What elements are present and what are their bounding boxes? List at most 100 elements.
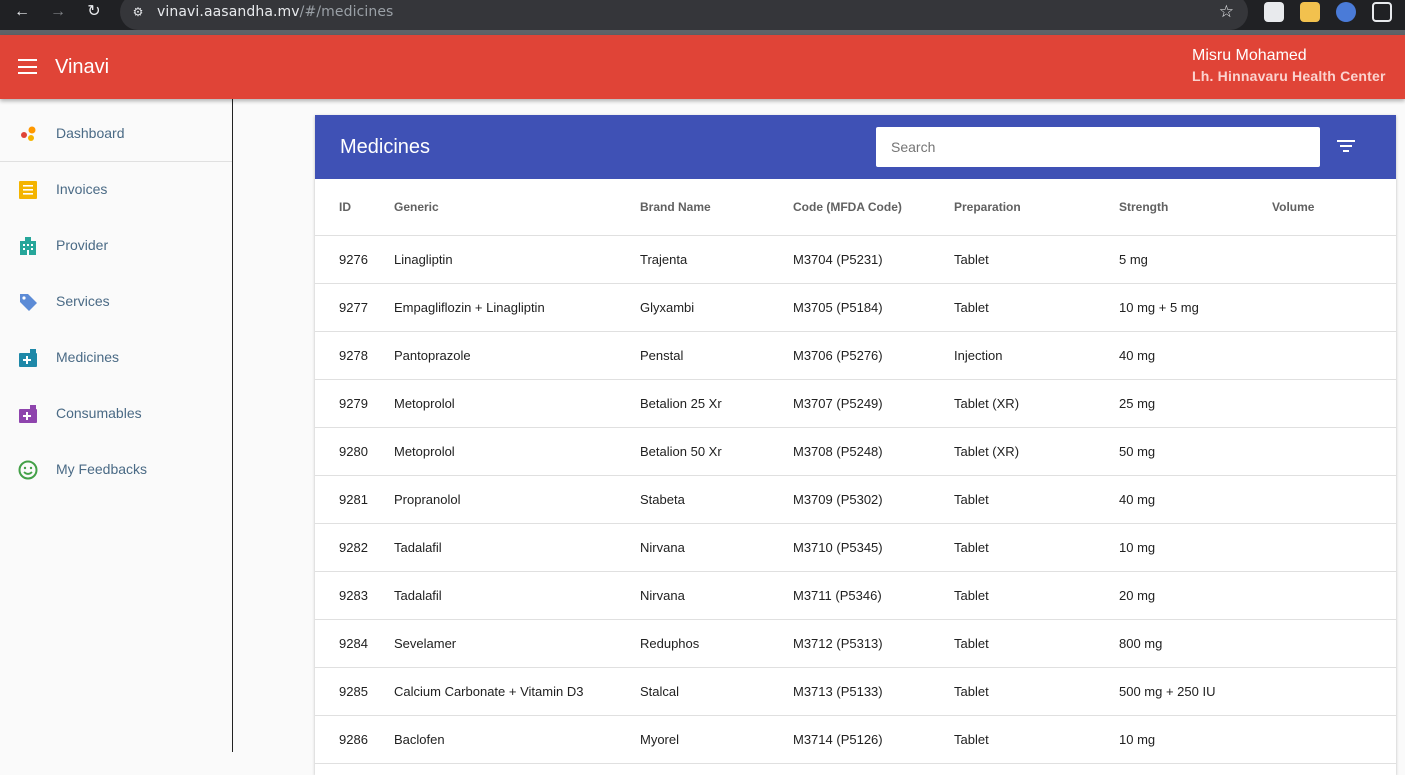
puzzle-extensions-icon[interactable] — [1372, 2, 1392, 22]
sidebar-item-invoices[interactable]: Invoices — [0, 162, 232, 218]
cell-generic: Calcium Carbonate + Vitamin D3 — [394, 667, 640, 716]
reload-icon[interactable]: ↻ — [82, 0, 106, 24]
cell-volume — [1272, 283, 1396, 332]
cell-strength: 10 mg + 5 mg — [1119, 283, 1272, 332]
column-header-generic[interactable]: Generic — [394, 179, 640, 236]
extension-icon[interactable] — [1336, 2, 1356, 22]
browser-toolbar: ← → ↻ ⚙ vinavi.aasandha.mv/#/medicines ☆ — [0, 0, 1405, 35]
cell-brand-name: Betalion 50 Xr — [640, 427, 793, 476]
cell-generic: Baclofen — [394, 715, 640, 764]
cell-volume — [1272, 379, 1396, 428]
table-row[interactable]: 9276 Linagliptin Trajenta M3704 (P5231) Tabl… — [315, 235, 1396, 284]
table-row[interactable]: 9284 Sevelamer Reduphos M3712 (P5313) Tablet… — [315, 619, 1396, 668]
hamburger-menu-icon[interactable] — [18, 59, 37, 74]
sidebar-item-my-feedbacks[interactable]: My Feedbacks — [0, 442, 232, 498]
cell-id: 9278 — [315, 331, 394, 380]
cell-id: 9279 — [315, 379, 394, 428]
medicines-card-header: Medicines — [315, 115, 1396, 179]
sidebar-item-medicines[interactable]: Medicines — [0, 330, 232, 386]
cell-id: 9276 — [315, 235, 394, 284]
sidebar-item-label: Invoices — [56, 181, 108, 197]
cell-generic: Metoprolol — [394, 427, 640, 476]
cell-code: M3712 (P5313) — [793, 619, 954, 668]
column-header-preparation[interactable]: Preparation — [954, 179, 1119, 236]
filter-icon[interactable] — [1337, 140, 1355, 154]
sidebar-item-label: Medicines — [56, 349, 120, 365]
table-row[interactable]: 9285 Calcium Carbonate + Vitamin D3 Stalca… — [315, 667, 1396, 716]
table-row[interactable]: 9278 Pantoprazole Penstal M3706 (P5276) Inje… — [315, 331, 1396, 380]
cell-id: 9277 — [315, 283, 394, 332]
table-row[interactable]: 9277 Empagliflozin + Linagliptin Glyxambi M… — [315, 283, 1396, 332]
page-title: Medicines — [340, 136, 431, 158]
column-header-brand-name[interactable]: Brand Name — [640, 179, 793, 236]
sidebar-item-services[interactable]: Services — [0, 274, 232, 330]
cell-volume — [1272, 427, 1396, 476]
forward-arrow-icon[interactable]: → — [46, 0, 70, 24]
cell-preparation: Tablet — [954, 523, 1119, 572]
cell-volume — [1272, 571, 1396, 620]
app-title: Vinavi — [55, 56, 110, 78]
cell-id: 9284 — [315, 619, 394, 668]
sidebar-item-label: Dashboard — [56, 125, 125, 141]
table-row[interactable]: 9283 Tadalafil Nirvana M3711 (P5346) Tablet 2… — [315, 571, 1396, 620]
sidebar-item-provider[interactable]: Provider — [0, 218, 232, 274]
cell-code: M3714 (P5126) — [793, 715, 954, 764]
column-header-id[interactable]: ID — [315, 179, 394, 236]
cell-brand-name: Nirvana — [640, 523, 793, 572]
search-input[interactable] — [876, 127, 1320, 167]
cell-preparation: Injection — [954, 331, 1119, 380]
cell-id: 9282 — [315, 523, 394, 572]
back-arrow-icon[interactable]: ← — [10, 0, 34, 24]
table-row[interactable]: 9286 Baclofen Myorel M3714 (P5126) Tablet 10 … — [315, 715, 1396, 764]
cell-volume — [1272, 715, 1396, 764]
table-header-row: ID Generic Brand Name Code (MFDA Code) P… — [315, 179, 1396, 236]
column-header-code[interactable]: Code (MFDA Code) — [793, 179, 954, 236]
sidebar-item-consumables[interactable]: Consumables — [0, 386, 232, 442]
cell-generic: Sevelamer — [394, 619, 640, 668]
sidebar-item-label: Services — [56, 293, 110, 309]
extension-icon[interactable] — [1300, 2, 1320, 22]
medical-bag-icon — [19, 349, 37, 367]
medicines-table: ID Generic Brand Name Code (MFDA Code) P… — [315, 179, 1396, 764]
cell-strength: 800 mg — [1119, 619, 1272, 668]
building-icon — [20, 237, 36, 255]
cell-volume — [1272, 523, 1396, 572]
cell-preparation: Tablet — [954, 235, 1119, 284]
column-header-strength[interactable]: Strength — [1119, 179, 1272, 236]
cell-volume — [1272, 619, 1396, 668]
cell-code: M3708 (P5248) — [793, 427, 954, 476]
table-row[interactable]: 9279 Metoprolol Betalion 25 Xr M3707 (P5249… — [315, 379, 1396, 428]
cell-generic: Linagliptin — [394, 235, 640, 284]
cell-generic: Empagliflozin + Linagliptin — [394, 283, 640, 332]
table-row[interactable]: 9281 Propranolol Stabeta M3709 (P5302) Table… — [315, 475, 1396, 524]
cell-volume — [1272, 331, 1396, 380]
tag-icon — [20, 294, 37, 311]
table-row[interactable]: 9280 Metoprolol Betalion 50 Xr M3708 (P5248… — [315, 427, 1396, 476]
invoice-icon — [19, 181, 37, 199]
cell-code: M3710 (P5345) — [793, 523, 954, 572]
cell-code: M3711 (P5346) — [793, 571, 954, 620]
address-bar[interactable]: ⚙ vinavi.aasandha.mv/#/medicines ☆ — [120, 0, 1248, 30]
cell-brand-name: Stabeta — [640, 475, 793, 524]
cell-id: 9280 — [315, 427, 394, 476]
user-name[interactable]: Misru Mohamed — [1192, 47, 1307, 65]
medicines-card: Medicines ID Generic Brand Name Code (MF… — [315, 115, 1396, 775]
cell-id: 9286 — [315, 715, 394, 764]
medical-bag-icon — [19, 405, 37, 423]
table-row[interactable]: 9282 Tadalafil Nirvana M3710 (P5345) Tablet 1… — [315, 523, 1396, 572]
cell-brand-name: Betalion 25 Xr — [640, 379, 793, 428]
sidebar-item-dashboard[interactable]: Dashboard — [0, 106, 232, 162]
cell-preparation: Tablet — [954, 475, 1119, 524]
cell-preparation: Tablet — [954, 619, 1119, 668]
extension-icon[interactable] — [1264, 2, 1284, 22]
user-health-center: Lh. Hinnavaru Health Center — [1192, 68, 1386, 84]
bookmark-star-icon[interactable]: ☆ — [1219, 2, 1234, 22]
sidebar-item-label: My Feedbacks — [56, 461, 148, 477]
cell-brand-name: Nirvana — [640, 571, 793, 620]
cell-preparation: Tablet (XR) — [954, 379, 1119, 428]
cell-strength: 10 mg — [1119, 523, 1272, 572]
cell-strength: 5 mg — [1119, 235, 1272, 284]
column-header-volume[interactable]: Volume — [1272, 179, 1396, 236]
site-settings-icon[interactable]: ⚙ — [130, 4, 146, 20]
cell-brand-name: Penstal — [640, 331, 793, 380]
